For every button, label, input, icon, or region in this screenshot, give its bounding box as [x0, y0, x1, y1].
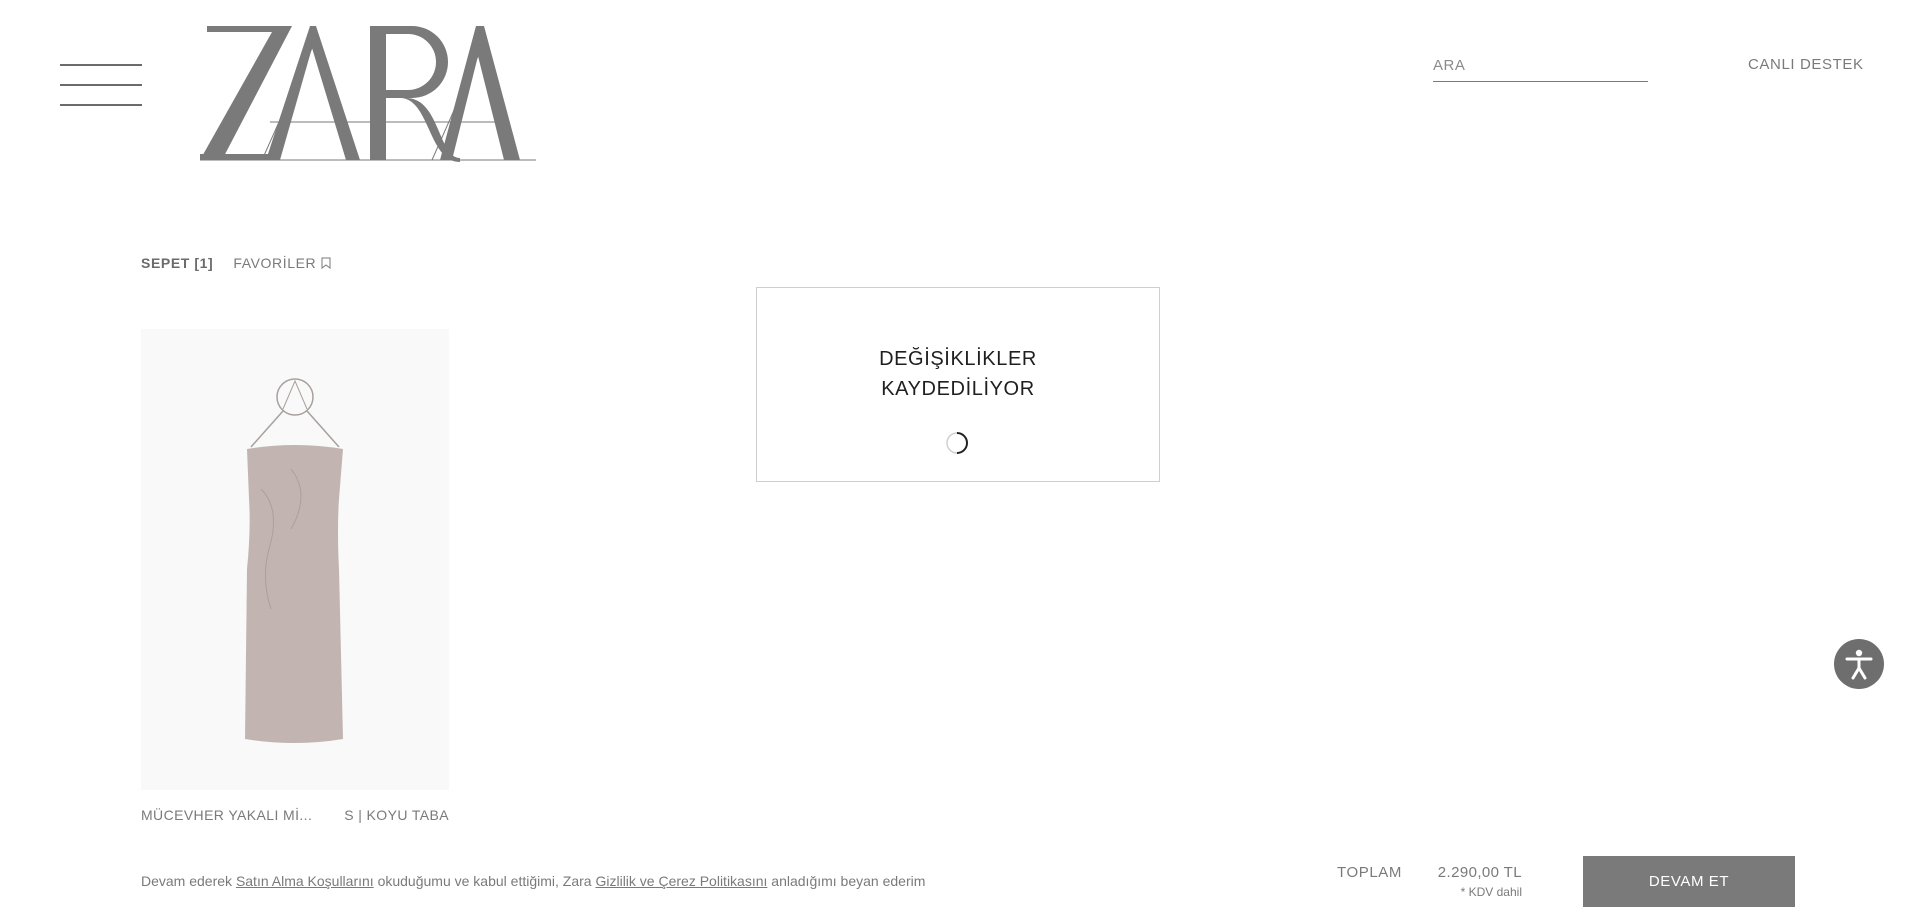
- dialog-message-line-2: KAYDEDİLİYOR: [881, 378, 1035, 400]
- search-input[interactable]: [1433, 53, 1648, 78]
- accessibility-button[interactable]: [1834, 639, 1884, 689]
- total-value: 2.290,00 TL: [1437, 864, 1522, 881]
- vat-note: * KDV dahil: [1460, 885, 1522, 899]
- dialog-message-line-1: DEĞİŞİKLİKLER: [879, 348, 1037, 370]
- search-field[interactable]: [1433, 53, 1648, 82]
- privacy-policy-link[interactable]: Gizlilik ve Çerez Politikasını: [595, 873, 767, 889]
- legal-notice: Devam ederek Satın Alma Koşullarını okud…: [141, 873, 925, 889]
- loading-spinner-icon: [946, 432, 969, 454]
- tab-favorites-label: FAVORİLER: [233, 255, 317, 271]
- menu-line: [60, 104, 142, 106]
- purchase-terms-link[interactable]: Satın Alma Koşullarını: [236, 873, 374, 889]
- continue-button[interactable]: DEVAM ET: [1583, 856, 1795, 907]
- bookmark-icon: [321, 257, 331, 269]
- legal-prefix: Devam ederek: [141, 873, 236, 889]
- dress-illustration: [245, 378, 343, 743]
- saving-changes-dialog: DEĞİŞİKLİKLER KAYDEDİLİYOR: [756, 287, 1160, 482]
- zara-logo[interactable]: [200, 22, 536, 164]
- live-support-link[interactable]: CANLI DESTEK: [1748, 56, 1864, 73]
- product-name[interactable]: MÜCEVHER YAKALI Mİ...: [141, 807, 321, 823]
- accessibility-icon: [1845, 649, 1873, 680]
- cart-tabs: SEPET [1] FAVORİLER: [141, 255, 331, 271]
- total-label: TOPLAM: [1337, 864, 1403, 881]
- product-image[interactable]: [141, 329, 449, 790]
- tab-cart[interactable]: SEPET [1]: [141, 255, 213, 271]
- product-variant: S | KOYU TABA: [344, 807, 449, 823]
- menu-line: [60, 64, 142, 66]
- legal-suffix: anladığımı beyan ederim: [767, 873, 926, 889]
- hamburger-menu-icon[interactable]: [60, 64, 142, 106]
- menu-line: [60, 84, 142, 86]
- legal-middle: okuduğumu ve kabul ettiğimi, Zara: [373, 873, 596, 889]
- tab-favorites[interactable]: FAVORİLER: [233, 255, 331, 271]
